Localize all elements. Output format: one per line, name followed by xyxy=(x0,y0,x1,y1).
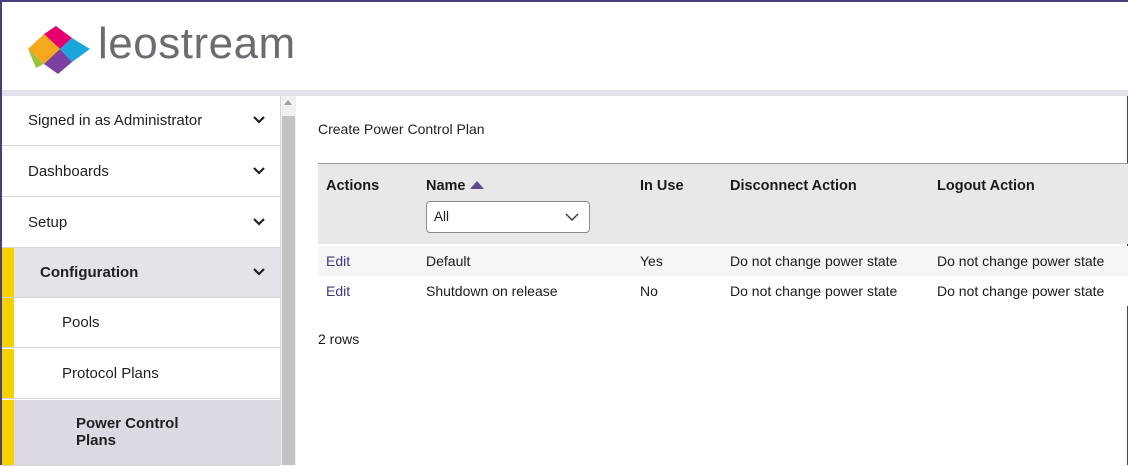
chevron-down-icon xyxy=(565,213,579,221)
cell-logout-action: Do not change power state xyxy=(937,253,1105,269)
chevron-down-icon xyxy=(253,268,265,276)
sidebar-item-label: Dashboards xyxy=(28,163,109,180)
sidebar-item-protocol-plans[interactable]: Protocol Plans xyxy=(2,349,280,399)
leostream-logo-icon xyxy=(28,26,90,74)
column-header-label: Name xyxy=(426,178,466,194)
column-header-disconnect-action: Disconnect Action xyxy=(730,178,857,194)
cell-disconnect-action: Do not change power state xyxy=(730,253,898,269)
cell-in-use: Yes xyxy=(640,253,663,269)
active-section-marker xyxy=(2,400,14,465)
active-section-marker xyxy=(2,298,14,347)
sidebar-item-label: Protocol Plans xyxy=(62,365,159,382)
main-content: Create Power Control Plan Actions Name I… xyxy=(298,96,1128,465)
column-header-name[interactable]: Name xyxy=(426,178,484,194)
active-section-marker xyxy=(2,248,14,297)
sidebar-item-pools[interactable]: Pools xyxy=(2,298,280,348)
sidebar-item-configuration[interactable]: Configuration xyxy=(2,248,280,298)
name-filter-value: All xyxy=(434,209,450,224)
chevron-down-icon xyxy=(253,167,265,175)
row-count: 2 rows xyxy=(318,331,360,347)
sidebar-item-label: Configuration xyxy=(40,264,139,281)
table-header: Actions Name In Use Disconnect Action Lo… xyxy=(318,164,1128,244)
scroll-up-arrow-icon[interactable] xyxy=(284,100,292,105)
sidebar-item-signed-in[interactable]: Signed in as Administrator xyxy=(2,96,280,146)
sidebar-item-label: Signed in as Administrator xyxy=(28,112,203,129)
cell-in-use: No xyxy=(640,283,658,299)
column-header-logout-action: Logout Action xyxy=(937,178,1035,194)
edit-link[interactable]: Edit xyxy=(326,283,350,299)
sidebar-item-setup[interactable]: Setup xyxy=(2,198,280,248)
cell-name: Shutdown on release xyxy=(426,283,558,299)
cell-disconnect-action: Do not change power state xyxy=(730,283,898,299)
cell-logout-action: Do not change power state xyxy=(937,283,1105,299)
name-filter-select[interactable]: All xyxy=(426,201,590,233)
sidebar-item-power-control-plans[interactable]: Power Control Plans xyxy=(2,400,280,466)
sidebar-item-label: Pools xyxy=(62,314,100,331)
edit-link[interactable]: Edit xyxy=(326,253,350,269)
sidebar-item-label: Power Control Plans xyxy=(76,415,179,449)
column-header-in-use: In Use xyxy=(640,178,684,194)
cell-name: Default xyxy=(426,253,471,269)
brand-wordmark: leostream xyxy=(98,19,296,68)
active-section-marker xyxy=(2,349,14,398)
table-row: Edit Shutdown on release No Do not chang… xyxy=(318,276,1128,306)
sidebar: Signed in as Administrator Dashboards Se… xyxy=(2,96,281,466)
chevron-down-icon xyxy=(253,218,265,226)
create-power-control-plan-link[interactable]: Create Power Control Plan xyxy=(318,121,485,137)
sidebar-item-label: Setup xyxy=(28,214,68,231)
header: leostream xyxy=(2,2,1128,90)
sidebar-scrollbar-thumb[interactable] xyxy=(282,116,295,465)
chevron-down-icon xyxy=(253,116,265,124)
sidebar-item-dashboards[interactable]: Dashboards xyxy=(2,147,280,197)
table-row: Edit Default Yes Do not change power sta… xyxy=(318,246,1128,276)
sort-ascending-icon xyxy=(469,181,484,189)
column-header-actions: Actions xyxy=(326,178,380,194)
